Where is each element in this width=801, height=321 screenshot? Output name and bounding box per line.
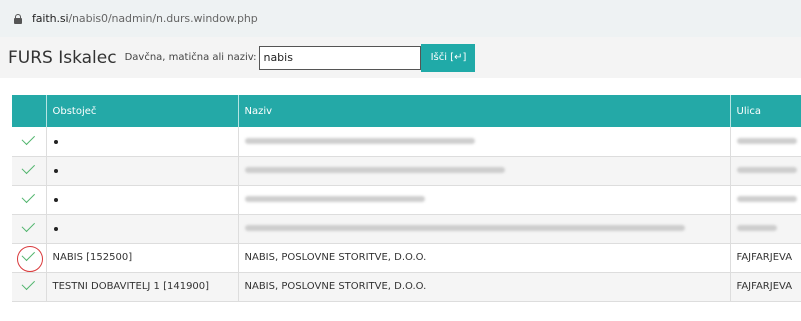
address-bar[interactable]: faith.si/nabis0/nadmin/n.durs.window.php bbox=[0, 0, 801, 37]
results-table: Obstoječ Naziv Ulica NABIS [152500] NABI… bbox=[12, 95, 801, 302]
search-toolbar: FURS Iskalec Davčna, matična ali naziv: … bbox=[0, 37, 801, 78]
cell-ulica-redacted bbox=[730, 214, 801, 244]
lock-icon bbox=[14, 13, 22, 24]
cell-naziv-redacted bbox=[238, 214, 731, 244]
bullet-icon bbox=[53, 139, 58, 144]
row-check-cell[interactable] bbox=[12, 156, 47, 186]
bullet-icon bbox=[53, 227, 58, 231]
cell-ulica: FAJFARJEVA bbox=[730, 243, 801, 273]
row-check-cell[interactable] bbox=[12, 243, 47, 273]
checkmark-icon bbox=[21, 160, 35, 175]
cell-ulica-redacted bbox=[730, 127, 801, 157]
cell-naziv: NABIS, POSLOVNE STORITVE, D.O.O. bbox=[238, 243, 731, 273]
row-check-cell[interactable] bbox=[12, 127, 47, 157]
table-header-row: Obstoječ Naziv Ulica bbox=[12, 95, 801, 127]
cell-obstojec bbox=[46, 156, 239, 186]
checkmark-icon bbox=[21, 131, 35, 145]
cell-ulica-redacted bbox=[730, 185, 801, 215]
cell-obstojec bbox=[46, 214, 239, 244]
row-check-cell[interactable] bbox=[12, 185, 47, 215]
cell-naziv-redacted bbox=[238, 185, 731, 215]
table-row[interactable] bbox=[12, 214, 801, 244]
search-input[interactable] bbox=[259, 45, 422, 70]
url-host: faith.si bbox=[32, 12, 69, 25]
cell-obstojec bbox=[46, 127, 239, 157]
column-header-ulica[interactable]: Ulica bbox=[730, 95, 801, 127]
column-header-obstojec[interactable]: Obstoječ bbox=[46, 95, 239, 127]
table-row[interactable] bbox=[12, 185, 801, 215]
checkmark-icon bbox=[21, 189, 35, 204]
table-row[interactable] bbox=[12, 127, 801, 157]
url-path: /nabis0/nadmin/n.durs.window.php bbox=[68, 12, 258, 25]
column-header-check bbox=[12, 95, 47, 127]
cell-naziv-redacted bbox=[238, 127, 731, 157]
cell-obstojec: NABIS [152500] bbox=[46, 243, 239, 273]
table-row[interactable]: TESTNI DOBAVITELJ 1 [141900] NABIS, POSL… bbox=[12, 272, 801, 302]
page-title: FURS Iskalec bbox=[8, 47, 117, 68]
cell-obstojec: TESTNI DOBAVITELJ 1 [141900] bbox=[46, 272, 239, 302]
row-check-cell[interactable] bbox=[12, 272, 47, 302]
search-button[interactable]: Išči [↵] bbox=[421, 43, 476, 72]
table-row[interactable] bbox=[12, 156, 801, 186]
column-header-naziv[interactable]: Naziv bbox=[238, 95, 731, 127]
url-text[interactable]: faith.si/nabis0/nadmin/n.durs.window.php bbox=[32, 12, 258, 25]
bullet-icon bbox=[53, 169, 58, 173]
checkmark-icon bbox=[21, 218, 35, 233]
cell-ulica-redacted bbox=[730, 156, 801, 186]
cell-ulica: FAJFARJEVA bbox=[730, 272, 801, 302]
checkmark-icon bbox=[21, 276, 35, 291]
row-check-cell[interactable] bbox=[12, 214, 47, 244]
search-label: Davčna, matična ali naziv: bbox=[124, 52, 257, 63]
table-row[interactable]: NABIS [152500] NABIS, POSLOVNE STORITVE,… bbox=[12, 243, 801, 273]
cell-naziv: NABIS, POSLOVNE STORITVE, D.O.O. bbox=[238, 272, 731, 302]
cell-obstojec bbox=[46, 185, 239, 215]
bullet-icon bbox=[53, 198, 58, 202]
cell-naziv-redacted bbox=[238, 156, 731, 186]
